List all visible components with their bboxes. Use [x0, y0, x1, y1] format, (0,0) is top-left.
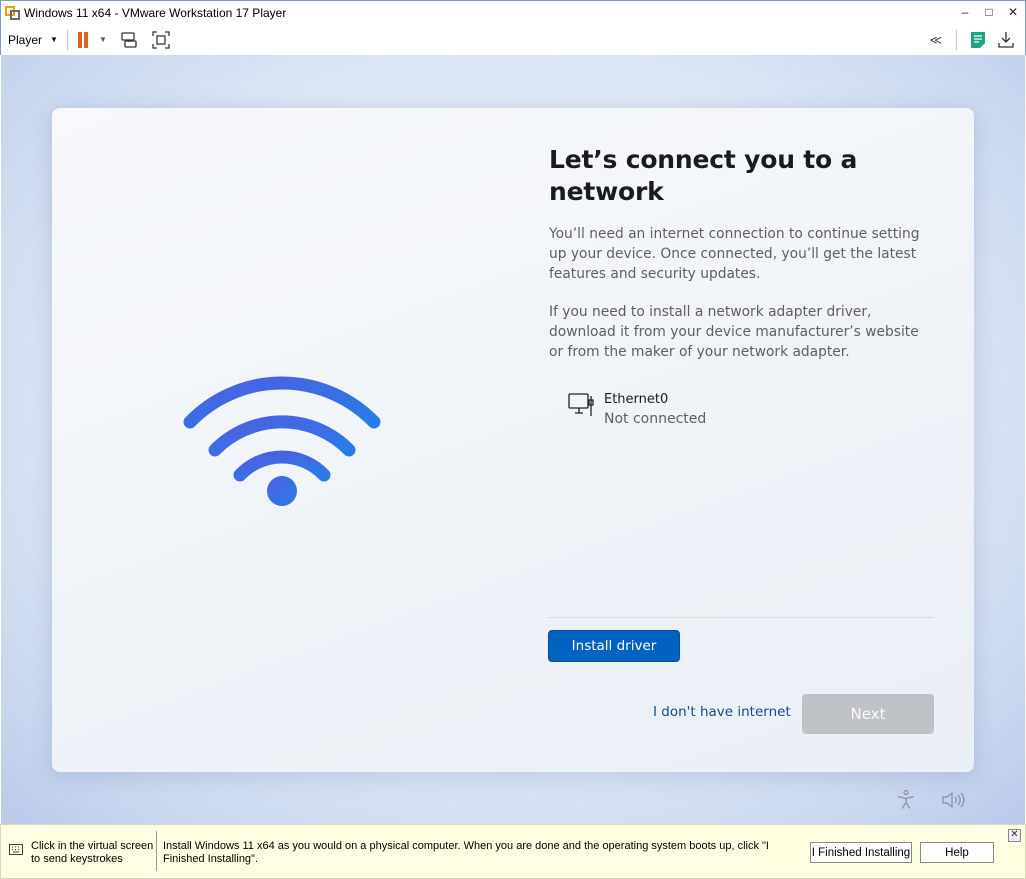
hint-divider — [156, 831, 157, 871]
network-name: Ethernet0 — [604, 392, 669, 407]
send-ctrl-alt-del-icon — [121, 31, 137, 48]
player-menu[interactable]: Player ▼ — [1, 33, 58, 47]
pause-dropdown-icon[interactable]: ▼ — [99, 35, 107, 44]
help-button[interactable]: Help — [920, 842, 994, 863]
install-driver-button[interactable]: Install driver — [548, 630, 680, 662]
pause-icon — [77, 31, 82, 48]
network-status: Not connected — [604, 411, 707, 427]
close-hint-button[interactable]: ✕ — [1008, 829, 1021, 842]
divider — [548, 617, 934, 618]
close-button[interactable]: ✕ — [1001, 1, 1025, 23]
hint-keystroke-text: Click in the virtual screen to send keys… — [31, 840, 154, 865]
oobe-card: Let’s connect you to a network You’ll ne… — [52, 108, 974, 772]
title-bar: Windows 11 x64 - VMware Workstation 17 P… — [0, 0, 1026, 24]
send-ctrl-alt-del-button[interactable] — [119, 30, 139, 50]
download-icon[interactable] — [997, 31, 1015, 49]
network-item-ethernet0[interactable]: Ethernet0 Not connected — [567, 391, 706, 429]
page-title: Let’s connect you to a network — [549, 145, 858, 206]
player-menu-label: Player — [8, 32, 43, 47]
driver-paragraph: If you need to install a network adapter… — [549, 304, 919, 360]
toolbar: Player ▼ ▼ ≪ — [0, 24, 1026, 55]
accessibility-icon[interactable] — [895, 789, 917, 811]
minimize-button[interactable]: – — [953, 1, 977, 23]
chevron-down-icon: ▼ — [50, 35, 58, 44]
no-internet-link[interactable]: I don't have internet — [653, 704, 791, 720]
hint-install-text: Install Windows 11 x64 as you would on a… — [163, 840, 769, 865]
volume-icon[interactable] — [941, 790, 965, 810]
notes-icon[interactable] — [969, 31, 987, 49]
collapse-icon[interactable]: ≪ — [929, 33, 941, 47]
vmware-logo-icon — [5, 5, 21, 21]
toolbar-divider — [66, 29, 68, 50]
window-title: Windows 11 x64 - VMware Workstation 17 P… — [24, 5, 287, 20]
intro-paragraph: You’ll need an internet connection to co… — [549, 226, 920, 282]
fullscreen-button[interactable] — [151, 30, 171, 50]
fullscreen-icon — [152, 30, 170, 49]
ethernet-icon — [568, 393, 594, 416]
finished-installing-button[interactable]: I Finished Installing — [810, 842, 912, 863]
wifi-icon — [183, 376, 381, 506]
maximize-button[interactable]: □ — [977, 1, 1001, 23]
pause-button[interactable]: ▼ — [77, 31, 107, 48]
content-pane: Let’s connect you to a network You’ll ne… — [549, 144, 935, 362]
next-button[interactable]: Next — [802, 694, 934, 734]
keyboard-icon — [9, 844, 23, 855]
toolbar-divider — [956, 29, 957, 50]
hint-bar: Click in the virtual screen to send keys… — [0, 824, 1026, 879]
vm-screen[interactable]: Let’s connect you to a network You’ll ne… — [1, 55, 1025, 824]
